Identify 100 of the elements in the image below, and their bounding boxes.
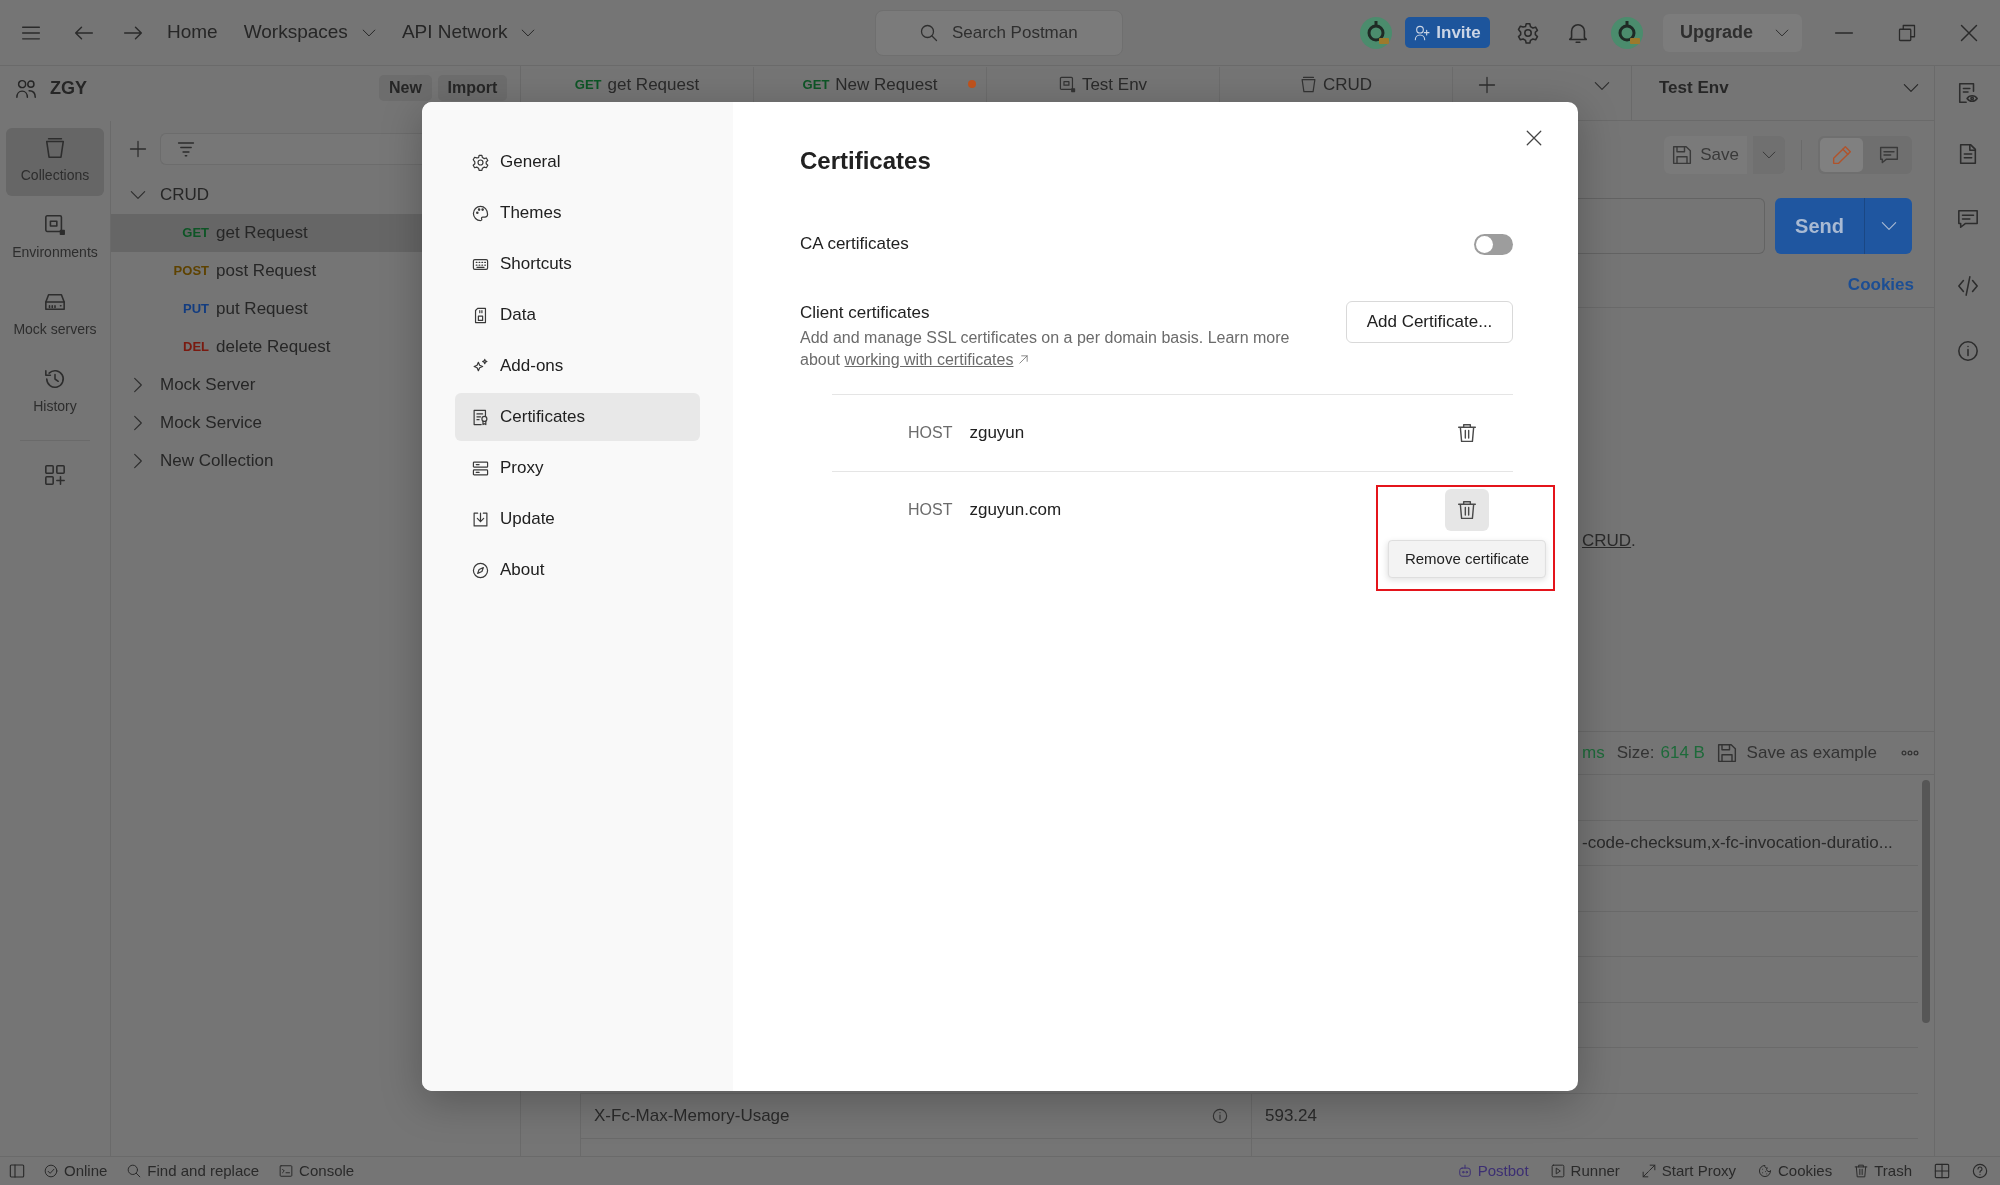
search-field[interactable]: Search Postman	[875, 9, 1123, 56]
filter-icon[interactable]	[177, 139, 195, 158]
arrows-icon	[1641, 1164, 1656, 1178]
invite-button[interactable]: Invite	[1405, 17, 1490, 48]
top-nav-item[interactable]: API Network	[401, 18, 536, 47]
settings-nav-item[interactable]: About	[455, 546, 700, 594]
dialog-title: Certificates	[800, 146, 932, 176]
collection-item[interactable]: Mock Server	[111, 366, 422, 404]
request-item[interactable]: POST post Request	[111, 252, 422, 290]
add-grid-icon[interactable]	[44, 464, 66, 486]
person-plus-icon	[1414, 24, 1431, 41]
settings-nav-item[interactable]: Proxy	[455, 444, 700, 492]
sidebar-toggle-icon[interactable]	[9, 1163, 25, 1179]
status-item[interactable]: Start Proxy	[1641, 1159, 1736, 1183]
settings-nav-item[interactable]: Themes	[455, 189, 700, 237]
delete-button[interactable]	[1445, 489, 1489, 531]
status-item[interactable]: Cookies	[1758, 1159, 1833, 1183]
trash-icon	[1457, 423, 1477, 443]
sidebar-tab[interactable]: Mock servers	[6, 282, 104, 350]
add-certificate-button[interactable]: Add Certificate...	[1346, 301, 1513, 343]
grid-icon[interactable]	[1934, 1163, 1950, 1179]
info-icon[interactable]	[1212, 1108, 1228, 1124]
people-icon	[16, 77, 37, 99]
scrollbar[interactable]	[1922, 780, 1930, 1023]
settings-nav-item[interactable]: Data	[455, 291, 700, 339]
section-title: Client certificates	[800, 302, 931, 324]
settings-nav-item[interactable]: Certificates	[455, 393, 700, 441]
request-item[interactable]: DEL delete Request	[111, 328, 422, 366]
search-icon	[127, 1164, 142, 1178]
size-label: Size:	[1616, 742, 1655, 765]
comment-icon[interactable]	[1956, 208, 1979, 230]
cookie-icon	[1758, 1164, 1772, 1178]
status-item[interactable]: Runner	[1550, 1159, 1620, 1183]
settings-nav-item[interactable]: General	[455, 138, 700, 186]
environment-icon	[1058, 76, 1076, 93]
environment-selector[interactable]: Test Env	[1631, 66, 1934, 121]
top-nav-item[interactable]: Home	[167, 18, 218, 47]
pencil-icon	[1831, 144, 1852, 165]
collection-icon	[1299, 76, 1317, 93]
setting-label: CA certificates	[800, 233, 909, 256]
sidebar-tab[interactable]: History	[6, 359, 104, 427]
collection-item[interactable]: CRUD	[111, 176, 422, 214]
save-icon	[1716, 743, 1737, 763]
status-item[interactable]: Console	[279, 1159, 355, 1183]
help-icon[interactable]	[1972, 1163, 1988, 1179]
collection-item[interactable]: Mock Service	[111, 404, 422, 442]
search-field[interactable]	[160, 132, 422, 165]
plus-icon[interactable]	[1478, 76, 1496, 94]
terminal-icon	[279, 1164, 294, 1178]
method-label: DEL	[182, 338, 209, 357]
description-text: CRUD.	[1581, 530, 1637, 552]
toggle-switch[interactable]	[1474, 233, 1513, 255]
server-icon	[472, 459, 489, 477]
settings-nav-item[interactable]: Update	[455, 495, 700, 543]
document-eye-icon[interactable]	[1956, 82, 1979, 104]
collection-icon	[44, 137, 66, 159]
host-name: zguyun	[969, 422, 1025, 445]
status-item[interactable]: Find and replace	[127, 1159, 260, 1183]
trash-icon	[1457, 500, 1477, 520]
trash-icon	[1854, 1164, 1869, 1178]
avatar-icon[interactable]	[1611, 16, 1643, 49]
play-icon	[1550, 1164, 1565, 1178]
settings-icon[interactable]	[1517, 21, 1539, 44]
request-item[interactable]: GET get Request	[111, 214, 422, 252]
cookies-link[interactable]: Cookies	[1847, 271, 1914, 298]
code-icon[interactable]	[1956, 275, 1979, 297]
new-button[interactable]: New	[379, 75, 432, 101]
host-name: zguyun.com	[969, 499, 1062, 522]
upgrade-button[interactable]: Upgrade	[1663, 13, 1802, 52]
avatar-icon[interactable]	[1360, 16, 1392, 49]
save-example-button[interactable]: Save as example	[1716, 740, 1877, 766]
status-item[interactable]: Postbot	[1457, 1159, 1529, 1183]
plus-icon[interactable]	[129, 139, 147, 158]
save-button[interactable]: Save	[1664, 135, 1747, 174]
notification-icon[interactable]	[1567, 21, 1589, 44]
status-item[interactable]: Online	[44, 1159, 108, 1183]
import-button[interactable]: Import	[438, 75, 507, 101]
sidebar-tab[interactable]: Collections	[6, 128, 104, 196]
send-button[interactable]: Send	[1775, 198, 1864, 254]
history-icon	[44, 368, 66, 390]
certificate-icon	[472, 408, 489, 426]
environment-icon	[44, 214, 66, 236]
settings-nav-item[interactable]: Shortcuts	[455, 240, 700, 288]
info-icon[interactable]	[1956, 340, 1979, 362]
top-nav-item[interactable]: Workspaces	[243, 18, 376, 47]
collection-item[interactable]: New Collection	[111, 442, 422, 480]
collection-link[interactable]: CRUD	[1582, 531, 1632, 550]
sidebar-tab[interactable]: Environments	[6, 205, 104, 273]
workspace-name[interactable]: ZGY	[50, 74, 87, 102]
table-cell-text: -code-checksum,x-fc-invocation-duratio...	[1582, 832, 1893, 854]
settings-nav-item[interactable]: Add-ons	[455, 342, 700, 390]
close-icon[interactable]	[1525, 129, 1543, 147]
download-icon	[472, 510, 489, 528]
docs-link[interactable]: working with certificates	[844, 351, 1014, 368]
method-label: POST	[172, 262, 209, 281]
request-item[interactable]: PUT put Request	[111, 290, 422, 328]
status-item[interactable]: Trash	[1854, 1159, 1912, 1183]
check-circle-icon	[44, 1164, 58, 1178]
restore-icon[interactable]	[1898, 23, 1916, 42]
response-time: ms	[1582, 742, 1605, 765]
